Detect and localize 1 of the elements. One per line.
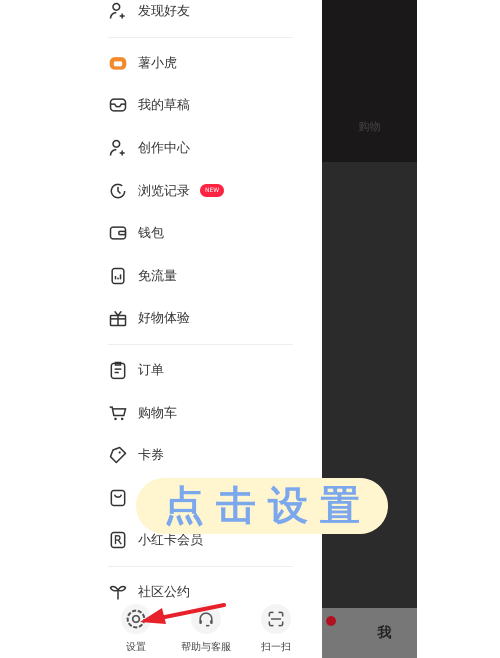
annotation-tooltip: 点击设置	[136, 478, 388, 534]
